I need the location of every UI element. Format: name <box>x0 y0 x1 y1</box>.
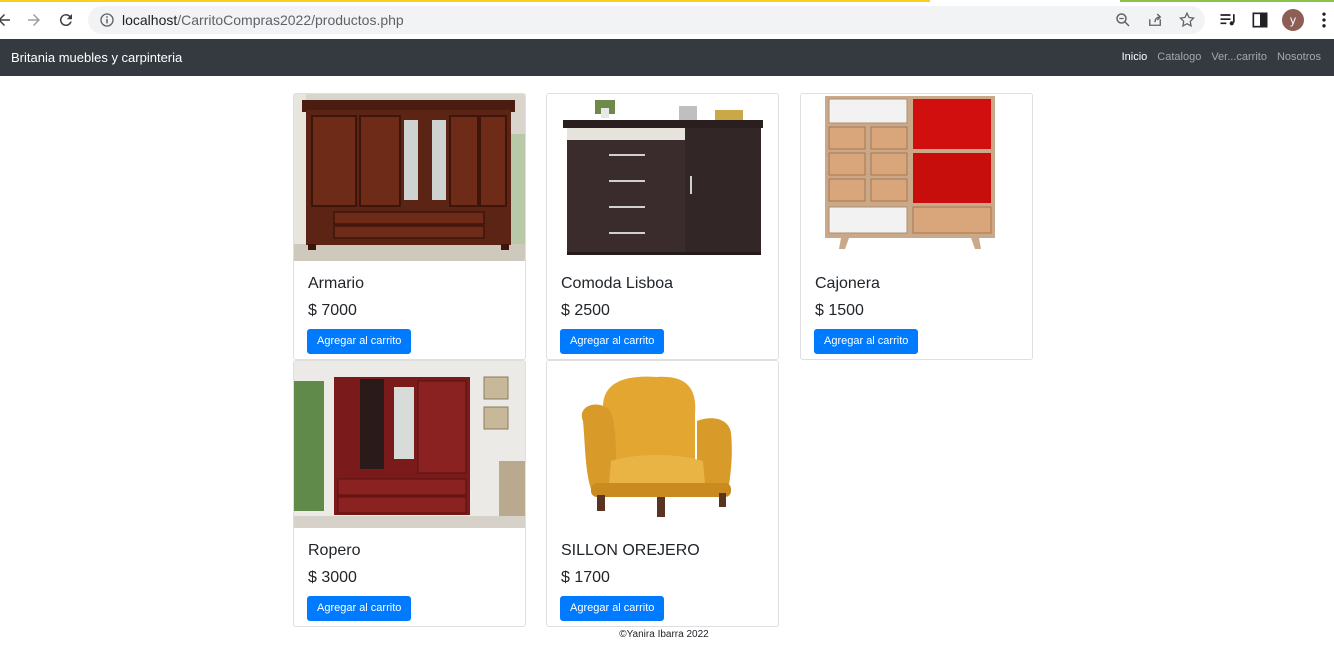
nav-link-inicio[interactable]: Inicio <box>1122 51 1148 63</box>
dresser-dark-image <box>547 94 778 261</box>
url-text: localhost/CarritoCompras2022/productos.p… <box>122 12 404 28</box>
nav-link-nosotros[interactable]: Nosotros <box>1277 51 1321 63</box>
more-menu-icon[interactable] <box>1314 10 1334 30</box>
share-icon[interactable] <box>1146 11 1164 29</box>
product-price: $ 1500 <box>815 302 864 319</box>
product-price: $ 7000 <box>308 302 357 319</box>
product-name: Comoda Lisboa <box>561 275 674 292</box>
address-bar[interactable]: localhost/CarritoCompras2022/productos.p… <box>88 6 1205 34</box>
tab-strip-accent-green <box>1120 0 1334 2</box>
add-to-cart-button[interactable]: Agregar al carrito <box>814 329 919 354</box>
add-to-cart-button[interactable]: Agregar al carrito <box>560 596 665 621</box>
product-price: $ 2500 <box>561 302 610 319</box>
nav-link-catalogo[interactable]: Catalogo <box>1157 51 1201 63</box>
zoom-icon[interactable] <box>1114 11 1132 29</box>
nav-links: Inicio Catalogo Ver...carrito Nosotros <box>1122 51 1321 63</box>
product-card: Ropero $ 3000 Agregar al carrito <box>293 360 526 627</box>
nav-link-ver-carrito[interactable]: Ver...carrito <box>1211 51 1267 63</box>
reload-icon[interactable] <box>54 8 78 32</box>
product-card: Cajonera $ 1500 Agregar al carrito <box>800 93 1033 360</box>
back-icon[interactable] <box>0 8 16 32</box>
armchair-yellow-image <box>547 361 778 528</box>
wardrobe-wood-image <box>294 94 525 261</box>
profile-avatar[interactable]: y <box>1282 9 1304 31</box>
product-name: SILLON OREJERO <box>561 542 700 559</box>
add-to-cart-button[interactable]: Agregar al carrito <box>307 596 412 621</box>
navbar-brand[interactable]: Britania muebles y carpinteria <box>11 50 182 65</box>
product-price: $ 1700 <box>561 569 610 586</box>
drawer-cabinet-image <box>801 94 1032 261</box>
product-name: Armario <box>308 275 365 292</box>
product-name: Cajonera <box>815 275 880 292</box>
add-to-cart-button[interactable]: Agregar al carrito <box>307 329 412 354</box>
page-footer: ©Yanira Ibarra 2022 <box>0 629 1334 640</box>
tab-strip-accent <box>0 0 930 2</box>
product-card: SILLON OREJERO $ 1700 Agregar al carrito <box>546 360 779 627</box>
media-queue-icon[interactable] <box>1218 10 1238 30</box>
browser-toolbar: localhost/CarritoCompras2022/productos.p… <box>0 0 1334 39</box>
side-panel-icon[interactable] <box>1250 10 1270 30</box>
bookmark-star-icon[interactable] <box>1178 11 1196 29</box>
product-card: Armario $ 7000 Agregar al carrito <box>293 93 526 360</box>
forward-icon[interactable] <box>22 8 46 32</box>
product-price: $ 3000 <box>308 569 357 586</box>
info-icon[interactable] <box>98 11 116 29</box>
product-card: Comoda Lisboa $ 2500 Agregar al carrito <box>546 93 779 360</box>
add-to-cart-button[interactable]: Agregar al carrito <box>560 329 665 354</box>
wardrobe-red-image <box>294 361 525 528</box>
product-name: Ropero <box>308 542 361 559</box>
footer-copyright: ©Yanira Ibarra 2022 <box>619 629 709 640</box>
site-navbar: Britania muebles y carpinteria Inicio Ca… <box>0 39 1334 76</box>
